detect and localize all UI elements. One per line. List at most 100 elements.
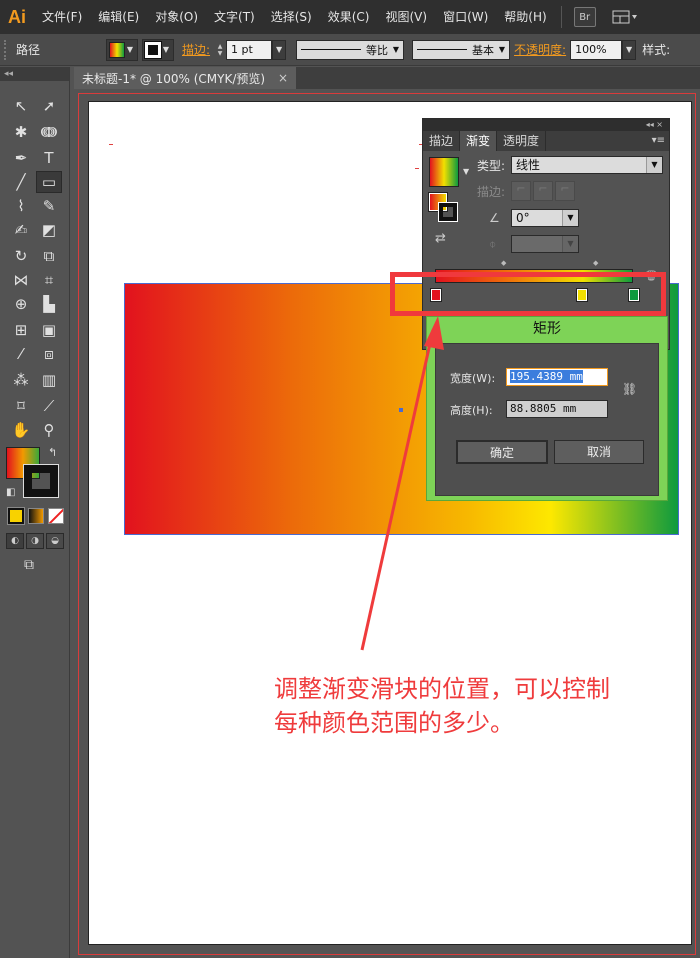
perspective-grid-tool-icon[interactable]: ▙ <box>36 293 62 315</box>
gradient-stroke-icon[interactable] <box>438 202 458 222</box>
rectangle-tool-icon[interactable]: ▭ <box>36 171 62 193</box>
brush-line-preview <box>417 49 468 50</box>
selection-type-label: 路径 <box>16 43 41 57</box>
gradient-preview-swatch[interactable] <box>429 157 459 187</box>
close-icon[interactable]: × <box>278 71 288 85</box>
line-tool-icon[interactable]: ╱ <box>8 171 34 193</box>
angle-value: 0° <box>516 211 530 225</box>
stroke-color-icon[interactable] <box>23 464 59 498</box>
free-transform-tool-icon[interactable]: ⌗ <box>36 269 62 291</box>
aspect-ratio-field[interactable]: ▼ <box>511 235 579 253</box>
profile-line-preview <box>301 49 362 50</box>
annotation-line-2: 每种颜色范围的多少。 <box>274 709 514 737</box>
menu-file[interactable]: 文件(F) <box>34 0 90 34</box>
symbol-sprayer-tool-icon[interactable]: ⁂ <box>8 369 34 391</box>
midpoint-diamond[interactable]: ◆ <box>501 259 506 267</box>
direct-selection-tool-icon[interactable]: ➚ <box>36 95 62 117</box>
annotation-text: 调整渐变滑块的位置，可以控制 每种颜色范围的多少。 <box>274 672 694 740</box>
color-mode-icon[interactable] <box>7 507 25 525</box>
panel-collapse-bar[interactable]: ◂◂ × <box>423 119 669 131</box>
pen-tool-icon[interactable]: ✒ <box>8 147 34 169</box>
control-bar-grip[interactable] <box>4 39 10 60</box>
magic-wand-tool-icon[interactable]: ✱ <box>8 121 34 143</box>
tab-transparency[interactable]: 透明度 <box>497 131 547 151</box>
menu-select[interactable]: 选择(S) <box>263 0 320 34</box>
eyedropper-tool-icon[interactable]: ⁄ <box>8 343 34 365</box>
menu-help[interactable]: 帮助(H) <box>496 0 554 34</box>
bridge-button[interactable]: Br <box>573 7 596 27</box>
angle-icon: ∠ <box>489 211 500 225</box>
mesh-tool-icon[interactable]: ⊞ <box>8 319 34 341</box>
slice-tool-icon[interactable]: ⟋ <box>36 395 62 417</box>
gradient-type-dropdown[interactable]: 线性 ▼ <box>511 156 663 174</box>
lasso-tool-icon[interactable]: ↈ <box>36 121 62 143</box>
tab-gradient[interactable]: 渐变 <box>460 131 498 151</box>
width-tool-icon[interactable]: ⋈ <box>8 269 34 291</box>
opacity-panel-link[interactable]: 不透明度: <box>514 41 566 58</box>
default-fill-stroke-icon[interactable]: ◧ <box>6 487 15 498</box>
pencil-tool-icon[interactable]: ✎ <box>36 195 62 217</box>
fill-swatch-dropdown[interactable]: ▼ <box>106 38 138 61</box>
reverse-gradient-icon[interactable]: ⇄ <box>435 231 446 246</box>
stroke-swatch <box>144 40 162 59</box>
draw-mode-group: ◐ ◑ ◒ <box>6 533 66 549</box>
draw-inside-icon[interactable]: ◒ <box>46 533 64 549</box>
document-tab[interactable]: 未标题-1* @ 100% (CMYK/预览) × <box>74 67 296 89</box>
type-tool-icon[interactable]: T <box>36 147 62 169</box>
gradient-mode-icon[interactable] <box>28 508 44 524</box>
menu-effect[interactable]: 效果(C) <box>320 0 378 34</box>
stroke-weight-field[interactable]: 1 pt <box>226 39 273 60</box>
shape-builder-tool-icon[interactable]: ⊕ <box>8 293 34 315</box>
swap-fill-stroke-icon[interactable]: ↰ <box>48 446 57 459</box>
eraser-tool-icon[interactable]: ◩ <box>36 219 62 241</box>
stroke-along-icon[interactable]: ⌐ <box>533 181 553 201</box>
center-point <box>399 408 403 412</box>
graphic-style-label[interactable]: 样式: <box>642 41 670 58</box>
profile-label: 等比 <box>365 43 388 57</box>
stroke-across-icon[interactable]: ⌐ <box>555 181 575 201</box>
brush-definition-dropdown[interactable]: 基本 ▼ <box>412 39 511 60</box>
stroke-weight-dropdown[interactable]: ▼ <box>272 39 287 60</box>
draw-normal-icon[interactable]: ◐ <box>6 533 24 549</box>
angle-field[interactable]: 0° ▼ <box>511 209 579 227</box>
stroke-swatch-dropdown[interactable]: ▼ <box>142 38 174 61</box>
workspace-switcher-button[interactable] <box>610 7 640 27</box>
scale-tool-icon[interactable]: ⧉ <box>36 245 62 267</box>
stroke-weight-stepper[interactable]: ▲ ▼ <box>214 40 226 60</box>
column-graph-tool-icon[interactable]: ▥ <box>36 369 62 391</box>
width-label: 宽度(W): <box>450 372 496 385</box>
menu-window[interactable]: 窗口(W) <box>435 0 496 34</box>
menu-edit[interactable]: 编辑(E) <box>90 0 147 34</box>
paintbrush-tool-icon[interactable]: ⌇ <box>8 195 34 217</box>
menu-view[interactable]: 视图(V) <box>377 0 435 34</box>
height-field[interactable]: 88.8805 mm <box>506 400 608 418</box>
width-field[interactable]: 195.4389 mm <box>506 368 608 386</box>
variable-width-profile-dropdown[interactable]: 等比 ▼ <box>296 39 405 60</box>
panel-menu-icon[interactable]: ▾≡ <box>652 131 665 151</box>
chevron-down-icon[interactable]: ▼ <box>463 167 469 176</box>
ok-button[interactable]: 确定 <box>456 440 548 464</box>
none-mode-icon[interactable] <box>48 508 64 524</box>
menu-object[interactable]: 对象(O) <box>147 0 206 34</box>
blob-brush-tool-icon[interactable]: ✍ <box>8 219 34 241</box>
draw-behind-icon[interactable]: ◑ <box>26 533 44 549</box>
constrain-proportions-icon[interactable]: ⛓ <box>622 382 637 396</box>
tools-panel-collapse[interactable]: ◂◂ <box>0 67 69 81</box>
menu-type[interactable]: 文字(T) <box>206 0 263 34</box>
document-tab-title: 未标题-1* @ 100% (CMYK/预览) <box>82 71 266 86</box>
tab-stroke[interactable]: 描边 <box>423 131 461 151</box>
selection-tool-icon[interactable]: ↖ <box>8 95 34 117</box>
opacity-dropdown[interactable]: ▼ <box>622 39 637 60</box>
opacity-field[interactable]: 100% <box>570 39 623 60</box>
gradient-tool-icon[interactable]: ▣ <box>36 319 62 341</box>
hand-tool-icon[interactable]: ✋ <box>8 419 34 441</box>
screen-mode-icon[interactable]: ⧉ <box>24 557 34 573</box>
stroke-panel-link[interactable]: 描边: <box>182 41 210 58</box>
zoom-tool-icon[interactable]: ⚲ <box>36 419 62 441</box>
artboard-tool-icon[interactable]: ⌑ <box>8 395 34 417</box>
stroke-within-icon[interactable]: ⌐ <box>511 181 531 201</box>
rotate-tool-icon[interactable]: ↻ <box>8 245 34 267</box>
cancel-button[interactable]: 取消 <box>554 440 644 464</box>
blend-tool-icon[interactable]: ⧈ <box>36 343 62 365</box>
midpoint-diamond[interactable]: ◆ <box>593 259 598 267</box>
